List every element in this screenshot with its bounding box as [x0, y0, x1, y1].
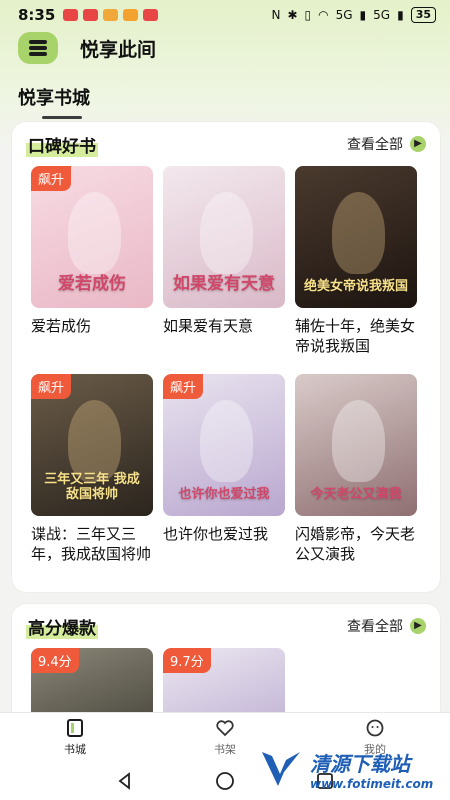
wifi-icon: ◠	[318, 8, 329, 22]
see-all-link[interactable]: 查看全部 ▶	[347, 616, 426, 636]
tab-book-city[interactable]: 悦享书城	[18, 84, 90, 119]
book-cover: 也许你也爱过我 飙升	[163, 374, 285, 516]
rising-badge: 飙升	[163, 374, 204, 399]
cover-figure	[331, 399, 386, 482]
heart-icon	[216, 720, 234, 737]
notification-icon	[143, 9, 159, 21]
battery-icon: 35	[410, 7, 436, 23]
notification-icon	[103, 9, 119, 21]
cover-title: 绝美女帝说我叛国	[303, 278, 408, 294]
section-title: 口碑好书	[26, 131, 98, 157]
arrow-right-icon: ▶	[410, 618, 426, 634]
cover-title: 爱若成伤	[58, 274, 126, 295]
book-title: 也许你也爱过我	[163, 525, 269, 543]
nav-label: 书架	[214, 743, 236, 756]
section-header: 高分爆款 查看全部 ▶	[12, 604, 440, 648]
book-title: 闪婚影帝，今天老公又演我	[295, 525, 416, 563]
notification-icon	[83, 9, 99, 21]
bluetooth-icon: ✱	[287, 8, 298, 22]
book-title: 爱若成伤	[31, 317, 92, 335]
notification-icon	[123, 9, 139, 21]
section-header: 口碑好书 查看全部 ▶	[12, 122, 440, 166]
cover-figure	[199, 399, 254, 482]
book-card[interactable]: 如果爱有天意 如果爱有天意	[163, 166, 285, 374]
book-title: 如果爱有天意	[163, 317, 254, 335]
book-cover: 如果爱有天意	[163, 166, 285, 308]
see-all-label: 查看全部	[347, 619, 403, 635]
watermark-title: 清源下载站	[310, 751, 410, 776]
section-title: 高分爆款	[26, 613, 98, 639]
signal-icon: ▮	[397, 8, 404, 22]
book-card[interactable]: 今天老公又演我闪婚影帝，今天老公又演我	[295, 374, 417, 582]
book-cover: 绝美女帝说我叛国	[295, 166, 417, 308]
book-city-icon	[67, 719, 83, 737]
profile-icon	[366, 719, 384, 737]
cover-title: 三年又三年 我成敌国将帅	[44, 472, 140, 502]
book-grid: 爱若成伤 飙升 爱若成伤 如果爱有天意 如果爱有天意 绝美女帝说我叛国 辅佐十年，绝美女帝说…	[12, 166, 440, 582]
nav-item-book-city[interactable]: 书城	[0, 713, 150, 762]
status-time: 8:35	[18, 6, 56, 24]
section-reputation: 口碑好书 查看全部 ▶ 爱若成伤 飙升 爱若成伤 如果爱有天意 如果爱有天意 绝美女帝说我…	[12, 122, 440, 592]
watermark: 清源下载站 www.fotimeit.com	[258, 740, 446, 798]
score-badge: 9.4分	[31, 648, 79, 673]
book-cover: 今天老公又演我	[295, 374, 417, 516]
app-header: 悦享此间	[0, 30, 450, 66]
back-icon[interactable]	[115, 771, 135, 791]
arrow-right-icon: ▶	[410, 136, 426, 152]
cover-title: 如果爱有天意	[173, 274, 275, 295]
rising-badge: 飙升	[31, 374, 72, 399]
home-icon[interactable]	[215, 771, 235, 791]
signal-icon: ▮	[359, 8, 367, 22]
book-card[interactable]: 也许你也爱过我 飙升也许你也爱过我	[163, 374, 285, 582]
section-high-score: 高分爆款 查看全部 ▶ 9.4分 9.7分	[12, 604, 440, 724]
status-bar: 8:35 N ✱ ▯ ◠ 5G ▮ 5G ▮ 35	[0, 0, 450, 30]
book-cover: 爱若成伤 飙升	[31, 166, 153, 308]
book-title: 谍战：三年又三年，我成敌国将帅	[31, 525, 152, 563]
cover-figure	[199, 191, 254, 274]
watermark-logo-icon	[262, 752, 300, 786]
tab-label: 悦享书城	[18, 88, 90, 109]
cover-title: 也许你也爱过我	[178, 486, 270, 502]
app-title: 悦享此间	[80, 38, 157, 61]
notification-icon	[63, 9, 79, 21]
book-title: 辅佐十年，绝美女帝说我叛国	[295, 317, 416, 355]
score-badge: 9.7分	[163, 648, 211, 673]
cover-figure	[67, 191, 122, 274]
book-cover: 三年又三年 我成敌国将帅 飙升	[31, 374, 153, 516]
rising-badge: 飙升	[31, 166, 72, 191]
vibrate-icon: ▯	[304, 8, 312, 22]
watermark-url: www.fotimeit.com	[310, 776, 434, 791]
tab-indicator	[42, 116, 82, 119]
book-card[interactable]: 爱若成伤 飙升爱若成伤	[31, 166, 153, 374]
see-all-link[interactable]: 查看全部 ▶	[347, 134, 426, 154]
signal-label-2: 5G	[373, 8, 391, 22]
nfc-icon: N	[271, 8, 281, 22]
signal-label-1: 5G	[335, 8, 353, 22]
cover-title: 今天老公又演我	[310, 486, 402, 502]
book-card[interactable]: 绝美女帝说我叛国辅佐十年，绝美女帝说我叛国	[295, 166, 417, 374]
nav-label: 书城	[64, 743, 86, 756]
see-all-label: 查看全部	[347, 137, 403, 153]
cover-figure	[67, 399, 122, 482]
book-card[interactable]: 三年又三年 我成敌国将帅 飙升谍战：三年又三年，我成敌国将帅	[31, 374, 153, 582]
status-indicators: N ✱ ▯ ◠ 5G ▮ 5G ▮ 35	[271, 7, 436, 23]
cover-figure	[331, 191, 386, 274]
app-logo-icon[interactable]	[18, 32, 58, 64]
